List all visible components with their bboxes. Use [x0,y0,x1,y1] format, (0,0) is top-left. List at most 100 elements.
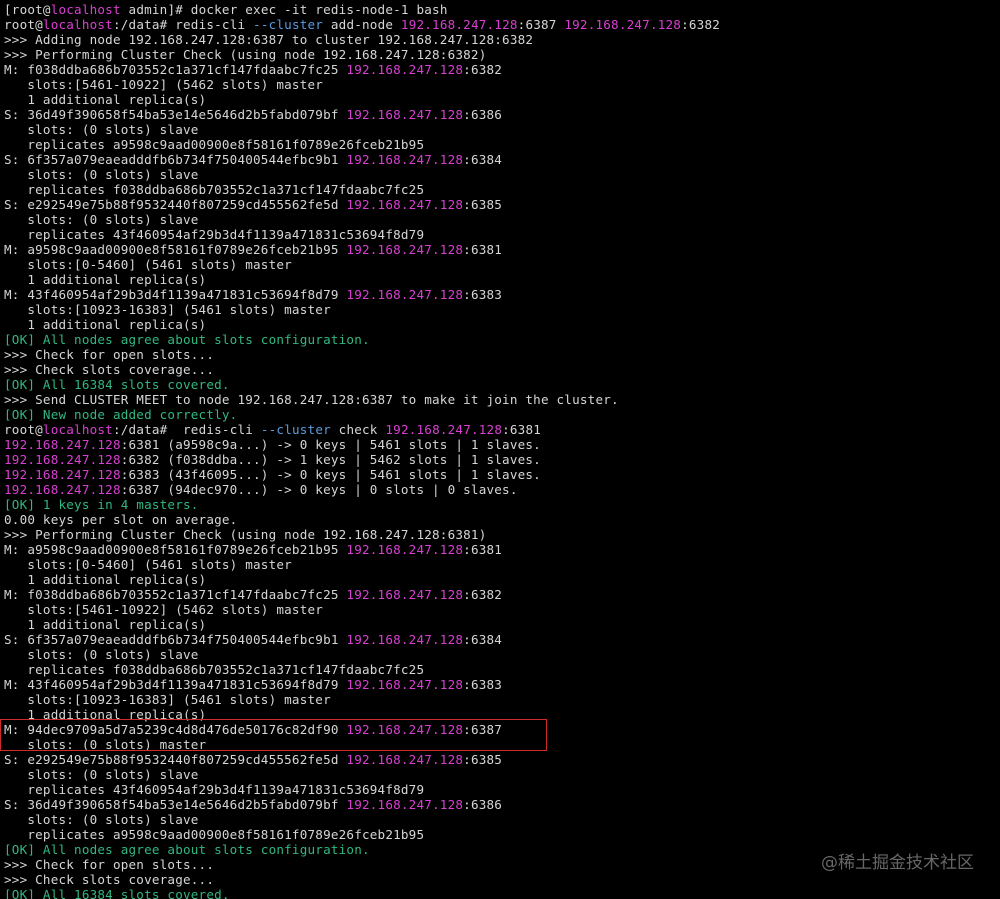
terminal-text-segment: localhost [50,2,121,17]
terminal-text-segment: slots:[0-5460] (5461 slots) master [4,557,292,572]
terminal-line: M: f038ddba686b703552c1a371cf147fdaabc7f… [4,62,1000,77]
terminal-line: S: e292549e75b88f9532440f807259cd455562f… [4,197,1000,212]
terminal-line: slots: (0 slots) slave [4,212,1000,227]
terminal-line: slots:[10923-16383] (5461 slots) master [4,302,1000,317]
terminal-text-segment: :6383 [463,287,503,302]
terminal-line: slots:[5461-10922] (5462 slots) master [4,602,1000,617]
terminal-text-segment: 192.168.247.128 [346,632,464,647]
terminal-line: slots: (0 slots) slave [4,812,1000,827]
terminal-text-segment: S: 36d49f390658f54ba53e14e5646d2b5fabd07… [4,107,347,122]
terminal-line: M: 43f460954af29b3d4f1139a471831c53694f8… [4,677,1000,692]
terminal-line: [OK] All 16384 slots covered. [4,887,1000,899]
terminal-text-segment: M: f038ddba686b703552c1a371cf147fdaabc7f… [4,62,347,77]
terminal-text-segment: --cluster [253,17,324,32]
terminal-text-segment: localhost [42,17,113,32]
terminal-text-segment: 192.168.247.128 [346,152,464,167]
terminal-text-segment: >>> Check slots coverage... [4,872,215,887]
terminal-line: >>> Performing Cluster Check (using node… [4,47,1000,62]
terminal-line: slots:[5461-10922] (5462 slots) master [4,77,1000,92]
terminal-text-segment: 1 additional replica(s) [4,617,207,632]
terminal-text-segment: >>> Check for open slots... [4,857,215,872]
terminal-line: S: 36d49f390658f54ba53e14e5646d2b5fabd07… [4,107,1000,122]
terminal-text-segment: 192.168.247.128 [564,17,682,32]
terminal-text-segment: slots: (0 slots) master [4,737,207,752]
terminal-text-segment: :6386 [463,797,503,812]
terminal-text-segment: 192.168.247.128 [346,542,464,557]
terminal-line: root@localhost:/data# redis-cli --cluste… [4,17,1000,32]
terminal-text-segment: [OK] All nodes agree about slots configu… [4,332,370,347]
terminal-text-segment: [OK] New node added correctly. [4,407,238,422]
terminal-text-segment: slots:[0-5460] (5461 slots) master [4,257,292,272]
terminal-text-segment: :6382 (f038ddba...) -> 1 keys | 5462 slo… [120,452,541,467]
terminal-text-segment: :6382 [681,17,721,32]
terminal-text-segment: 1 additional replica(s) [4,317,207,332]
terminal-line: slots:[10923-16383] (5461 slots) master [4,692,1000,707]
terminal-text-segment: add-node [323,17,401,32]
terminal-text-segment: 192.168.247.128 [4,452,121,467]
terminal-text-segment: 192.168.247.128 [346,677,464,692]
terminal-line: M: a9598c9aad00900e8f58161f0789e26fceb21… [4,542,1000,557]
terminal-text-segment: replicates 43f460954af29b3d4f1139a471831… [4,782,425,797]
terminal-line: M: 94dec9709a5d7a5239c4d8d476de50176c82d… [4,722,1000,737]
terminal-text-segment: root@ [4,422,43,437]
terminal-line: >>> Check for open slots... [4,347,1000,362]
terminal-line: [OK] New node added correctly. [4,407,1000,422]
terminal-line: 0.00 keys per slot on average. [4,512,1000,527]
terminal-text-segment: slots:[5461-10922] (5462 slots) master [4,602,324,617]
terminal-text-segment: :6382 [463,587,503,602]
terminal-line: [OK] All nodes agree about slots configu… [4,332,1000,347]
terminal-text-segment: slots: (0 slots) slave [4,767,199,782]
terminal-text-segment: 192.168.247.128 [346,587,464,602]
terminal-line: slots:[0-5460] (5461 slots) master [4,257,1000,272]
terminal-text-segment: >>> Performing Cluster Check (using node… [4,527,487,542]
terminal-line: >>> Adding node 192.168.247.128:6387 to … [4,32,1000,47]
terminal-text-segment: >>> Send CLUSTER MEET to node 192.168.24… [4,392,619,407]
terminal-text-segment: root@ [4,17,43,32]
terminal-line: [OK] 1 keys in 4 masters. [4,497,1000,512]
terminal-text-segment: M: a9598c9aad00900e8f58161f0789e26fceb21… [4,542,347,557]
terminal-text-segment: slots:[10923-16383] (5461 slots) master [4,302,331,317]
terminal-text-segment: 192.168.247.128 [346,62,464,77]
terminal-text-segment: :6387 [463,722,503,737]
terminal-text-segment: S: 6f357a079eaeadddfb6b734f750400544efbc… [4,152,347,167]
terminal-text-segment: :6383 [463,677,503,692]
terminal-text-segment: 192.168.247.128 [346,197,464,212]
terminal-text-segment: slots:[5461-10922] (5462 slots) master [4,77,324,92]
terminal-line: S: 6f357a079eaeadddfb6b734f750400544efbc… [4,152,1000,167]
terminal-line: 1 additional replica(s) [4,272,1000,287]
terminal-text-segment: :6387 (94dec970...) -> 0 keys | 0 slots … [120,482,518,497]
terminal-line: 192.168.247.128:6382 (f038ddba...) -> 1 … [4,452,1000,467]
terminal-text-segment: slots: (0 slots) slave [4,812,199,827]
terminal-text-segment: 1 additional replica(s) [4,572,207,587]
terminal-text-segment: 192.168.247.128 [346,752,464,767]
terminal-text-segment: M: 94dec9709a5d7a5239c4d8d476de50176c82d… [4,722,347,737]
terminal-line: 1 additional replica(s) [4,707,1000,722]
terminal-line: M: 43f460954af29b3d4f1139a471831c53694f8… [4,287,1000,302]
terminal-line: 192.168.247.128:6383 (43f46095...) -> 0 … [4,467,1000,482]
terminal-text-segment: M: f038ddba686b703552c1a371cf147fdaabc7f… [4,587,347,602]
terminal-line: >>> Send CLUSTER MEET to node 192.168.24… [4,392,1000,407]
terminal-text-segment: :6385 [463,752,503,767]
terminal-text-segment: 192.168.247.128 [346,287,464,302]
terminal-line: 1 additional replica(s) [4,92,1000,107]
terminal-text-segment: 192.168.247.128 [4,437,121,452]
terminal-text-segment: 192.168.247.128 [400,17,518,32]
terminal-text-segment: replicates a9598c9aad00900e8f58161f0789e… [4,827,425,842]
terminal-line: 1 additional replica(s) [4,317,1000,332]
terminal-line: 192.168.247.128:6381 (a9598c9a...) -> 0 … [4,437,1000,452]
terminal-text-segment: 0.00 keys per slot on average. [4,512,238,527]
terminal-text-segment: >>> Adding node 192.168.247.128:6387 to … [4,32,534,47]
terminal-text-segment: [root@ [4,2,51,17]
terminal-line: S: 6f357a079eaeadddfb6b734f750400544efbc… [4,632,1000,647]
terminal-text-segment: :/data# redis-cli [112,422,261,437]
terminal-text-segment: >>> Check slots coverage... [4,362,215,377]
terminal-line: replicates a9598c9aad00900e8f58161f0789e… [4,827,1000,842]
terminal-text-segment: 192.168.247.128 [346,797,464,812]
terminal-line: S: 36d49f390658f54ba53e14e5646d2b5fabd07… [4,797,1000,812]
terminal-text-segment: :6387 [517,17,565,32]
terminal-line: replicates f038ddba686b703552c1a371cf147… [4,662,1000,677]
terminal-text-segment: S: e292549e75b88f9532440f807259cd455562f… [4,752,347,767]
terminal-text-segment: :6382 [463,62,503,77]
terminal-text-segment: slots: (0 slots) slave [4,647,199,662]
terminal-window[interactable]: [root@localhost admin]# docker exec -it … [0,0,1000,899]
